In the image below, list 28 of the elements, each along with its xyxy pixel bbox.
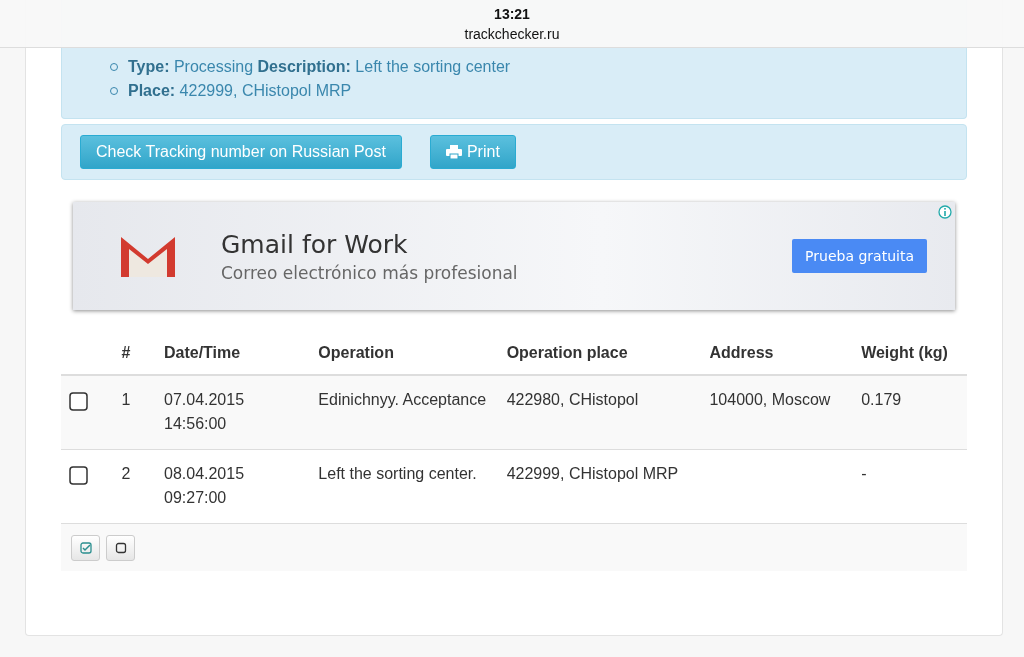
table-cell: 104000, Moscow	[709, 391, 831, 408]
address-url[interactable]: trackchecker.ru	[464, 25, 560, 42]
ad-title: Gmail for Work	[221, 229, 409, 259]
table-cell: -	[861, 465, 867, 482]
select-all-button[interactable]	[71, 534, 100, 561]
ad-subtitle: Correo electrónico más profesional	[221, 262, 519, 283]
action-button[interactable]: Check Tracking number on Russian Post	[80, 135, 402, 169]
printer-icon	[445, 145, 462, 159]
checked-box-icon	[79, 541, 92, 554]
checkbox[interactable]	[69, 392, 88, 411]
print-button[interactable]: Print	[429, 135, 516, 169]
info-icon[interactable]	[938, 205, 952, 219]
table-cell: 422999, CHistopol MRP	[506, 465, 679, 482]
table-cell: 07.04.2015 14:56:00	[164, 391, 245, 432]
detail-line: Type: Processing Description: Left the sorting center	[128, 58, 511, 76]
table-cell: 0.179	[861, 391, 902, 408]
table-cell: 1	[121, 391, 131, 408]
empty-box-icon	[114, 541, 127, 554]
deselect-all-button[interactable]	[106, 534, 135, 561]
trial-button[interactable]: Prueba gratuita	[792, 239, 927, 273]
clock-time: 13:21	[494, 5, 530, 22]
table-cell: Left the sorting center.	[318, 465, 477, 482]
table-cell: Edinichnyy. Acceptance	[318, 391, 487, 408]
checkbox[interactable]	[69, 466, 88, 485]
detail-line: Place: 422999, CHistopol MRP	[128, 82, 352, 100]
table-cell: 08.04.2015 09:27:00	[164, 465, 245, 506]
table-cell: 422980, CHistopol	[506, 391, 639, 408]
table-cell: 2	[121, 465, 131, 482]
